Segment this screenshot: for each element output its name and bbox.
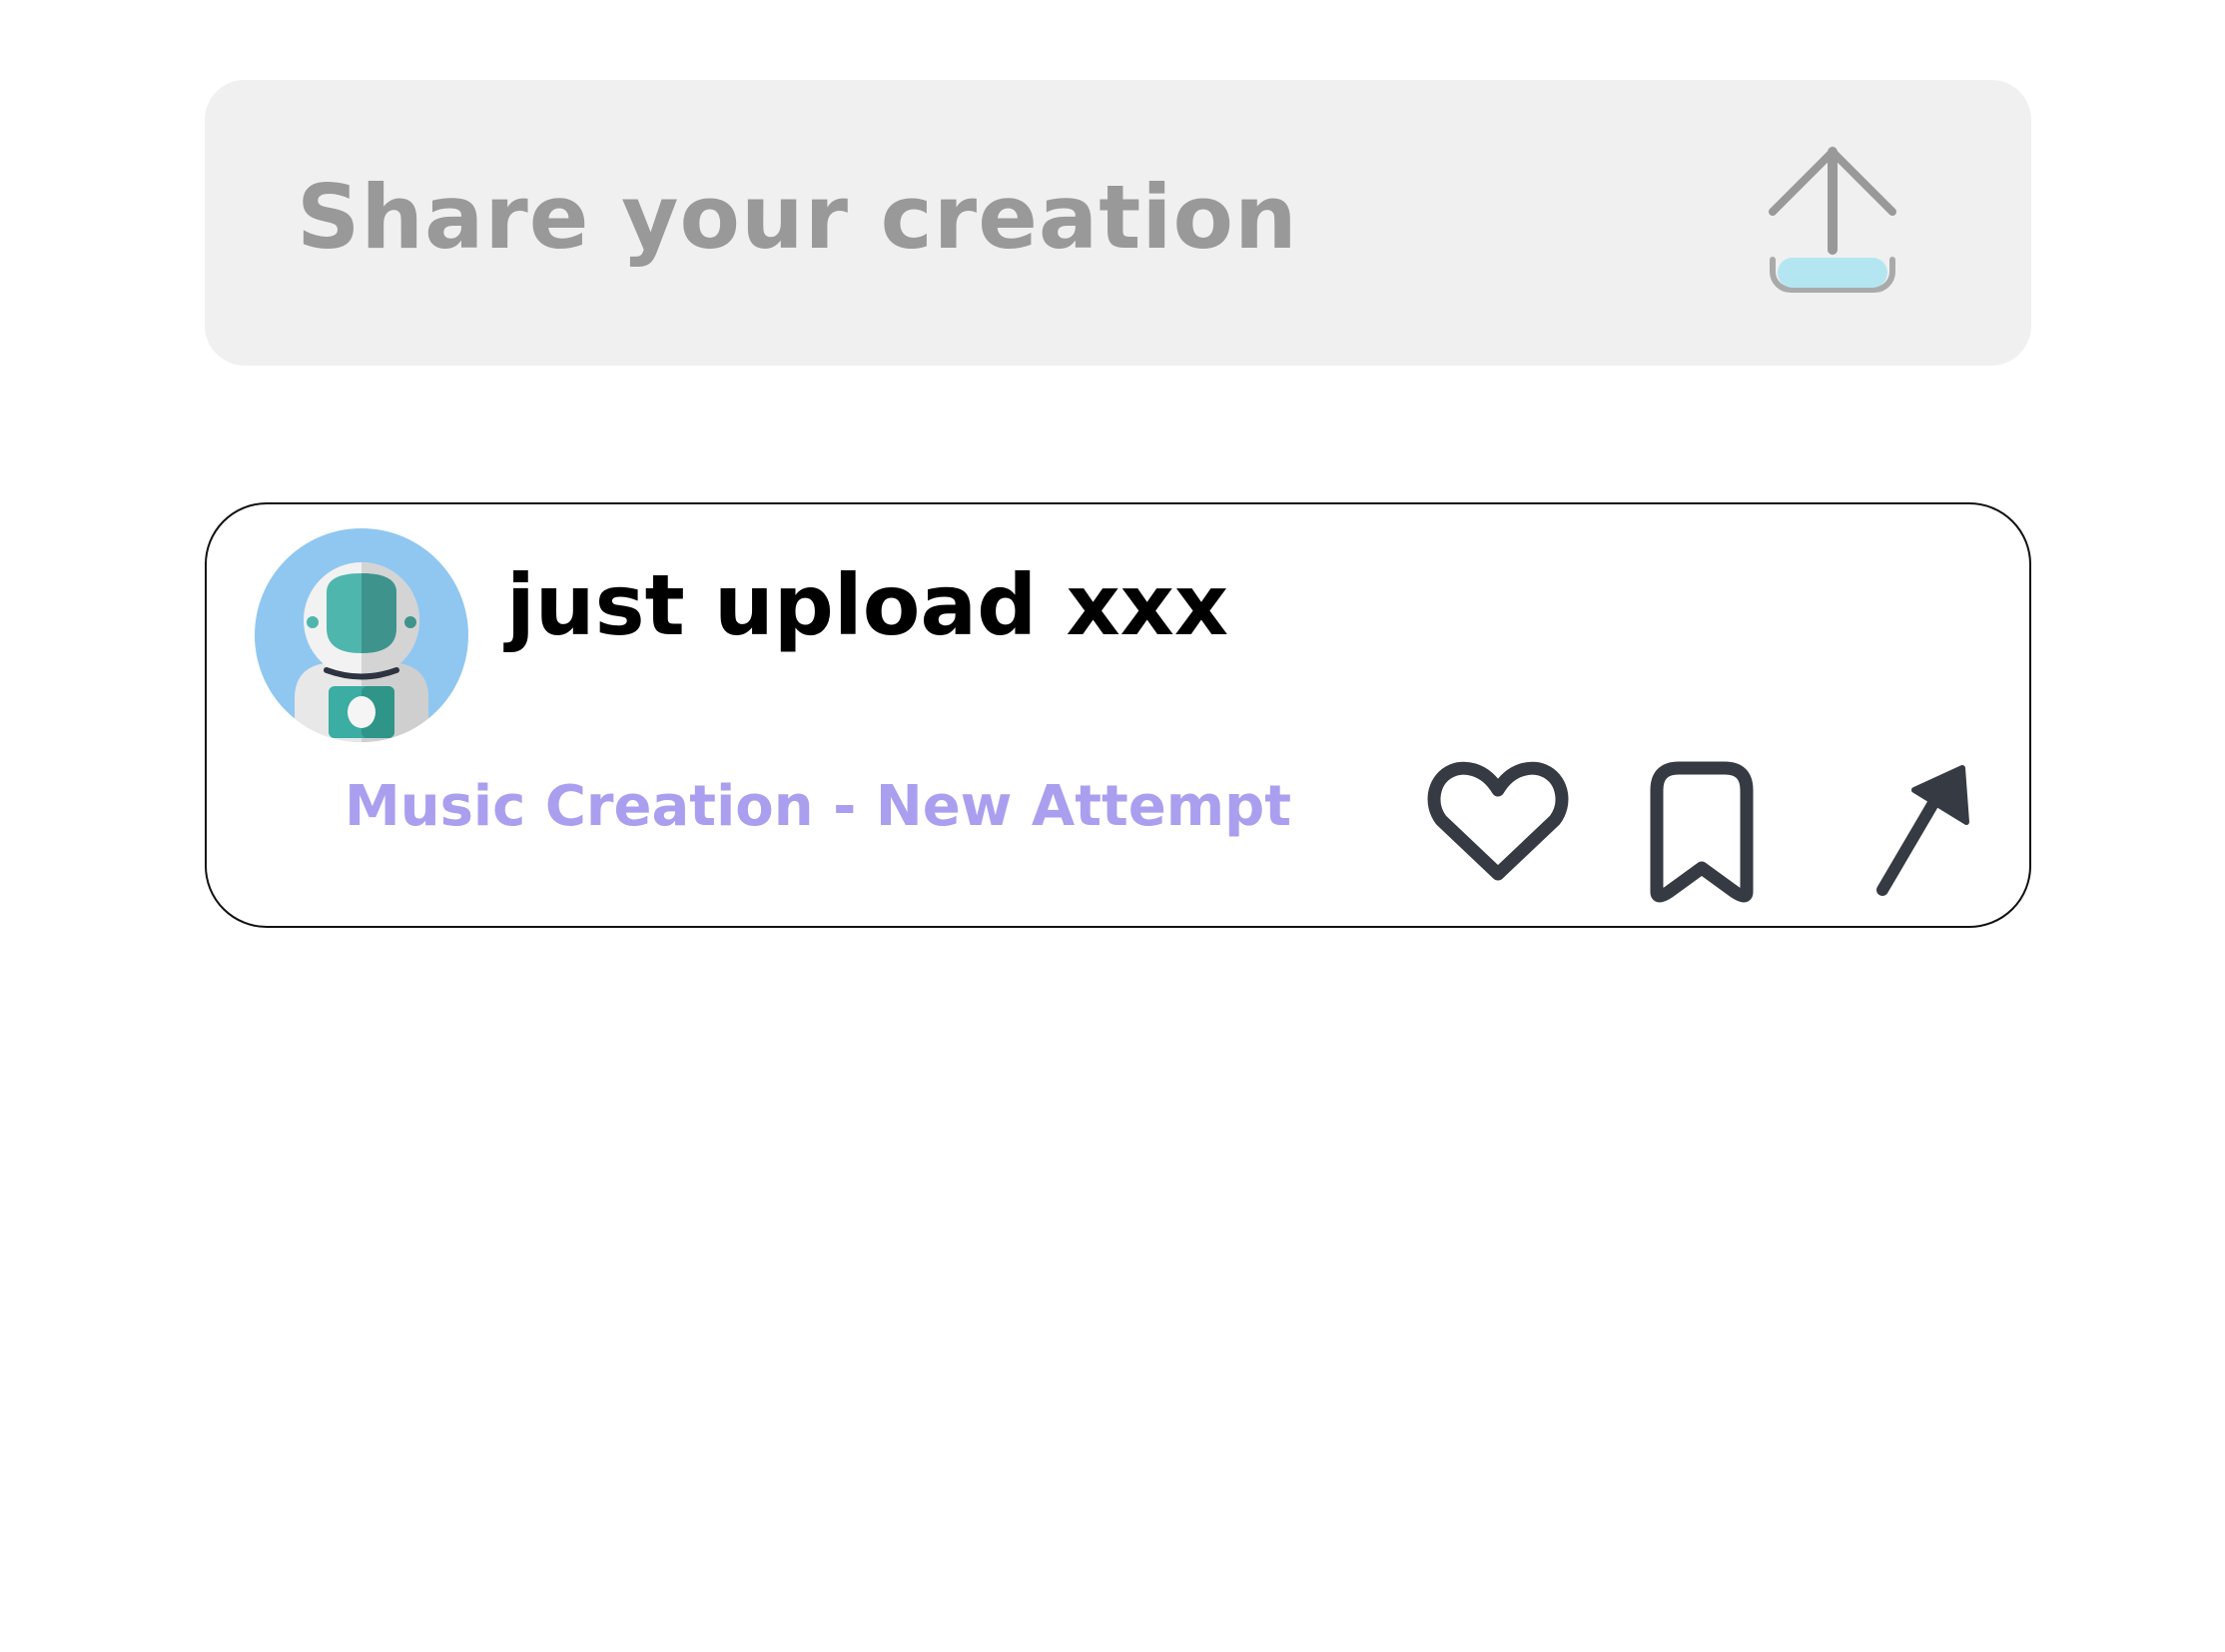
- bookmark-button[interactable]: [1637, 754, 1767, 904]
- arrow-up-right-icon: [1876, 765, 1969, 896]
- heart-icon: [1427, 761, 1569, 881]
- post-category-link[interactable]: Music Creation - New Attempt: [345, 774, 1291, 839]
- upload-tray-icon: [1769, 146, 1896, 293]
- post-title: just upload xxx: [506, 556, 1229, 654]
- astronaut-avatar: [255, 528, 468, 742]
- like-button[interactable]: [1423, 754, 1573, 894]
- share-creation-placeholder[interactable]: Share your creation: [297, 166, 1298, 269]
- upload-button[interactable]: [1748, 140, 1917, 310]
- share-button[interactable]: [1864, 754, 1974, 904]
- post-card[interactable]: just upload xxx Music Creation - New Att…: [205, 502, 2031, 928]
- bookmark-icon: [1650, 761, 1754, 903]
- share-creation-bar[interactable]: Share your creation: [205, 80, 2031, 366]
